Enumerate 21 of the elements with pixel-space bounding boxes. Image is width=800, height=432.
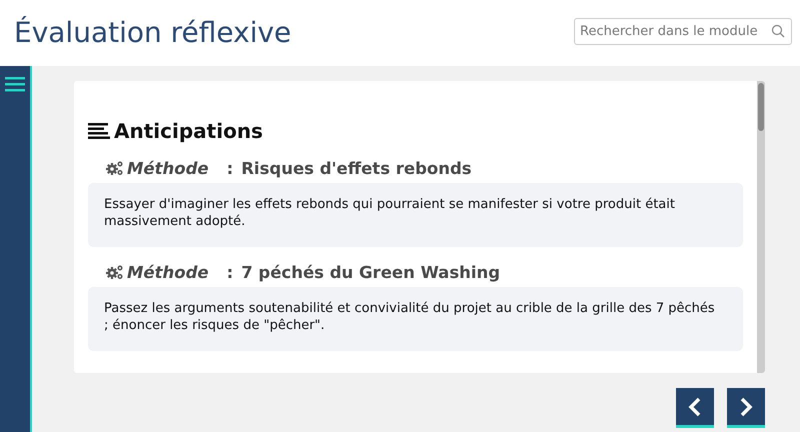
previous-button[interactable] (676, 388, 714, 428)
align-left-icon (88, 122, 110, 140)
method-title: Risques d'effets rebonds (241, 158, 472, 178)
separator-colon: : (226, 158, 234, 178)
method-label: Méthode (127, 158, 209, 178)
search-icon (771, 24, 785, 38)
page-title: Évaluation réflexive (14, 16, 292, 48)
separator-colon: : (226, 262, 234, 282)
gears-icon (105, 160, 124, 176)
method-label: Méthode (127, 262, 209, 282)
method-title: 7 péchés du Green Washing (241, 262, 500, 282)
search-field[interactable]: Rechercher dans le module (574, 18, 792, 44)
menu-icon[interactable] (5, 76, 25, 92)
scrollbar[interactable] (757, 81, 765, 373)
method-description: Passez les arguments soutenabilité et convivialité du projet au crible de la grille des 7 pêchés ; énoncer les risques de "pêcher". (88, 287, 743, 351)
gears-icon (105, 264, 124, 280)
method-description: Essayer d'imaginer les effets rebonds qui pourraient se manifester si votre produit était massivement adopté. (88, 183, 743, 247)
chevron-right-icon (738, 396, 754, 416)
next-button[interactable] (727, 388, 765, 428)
chevron-left-icon (687, 396, 703, 416)
section-title: Anticipations (114, 119, 263, 143)
